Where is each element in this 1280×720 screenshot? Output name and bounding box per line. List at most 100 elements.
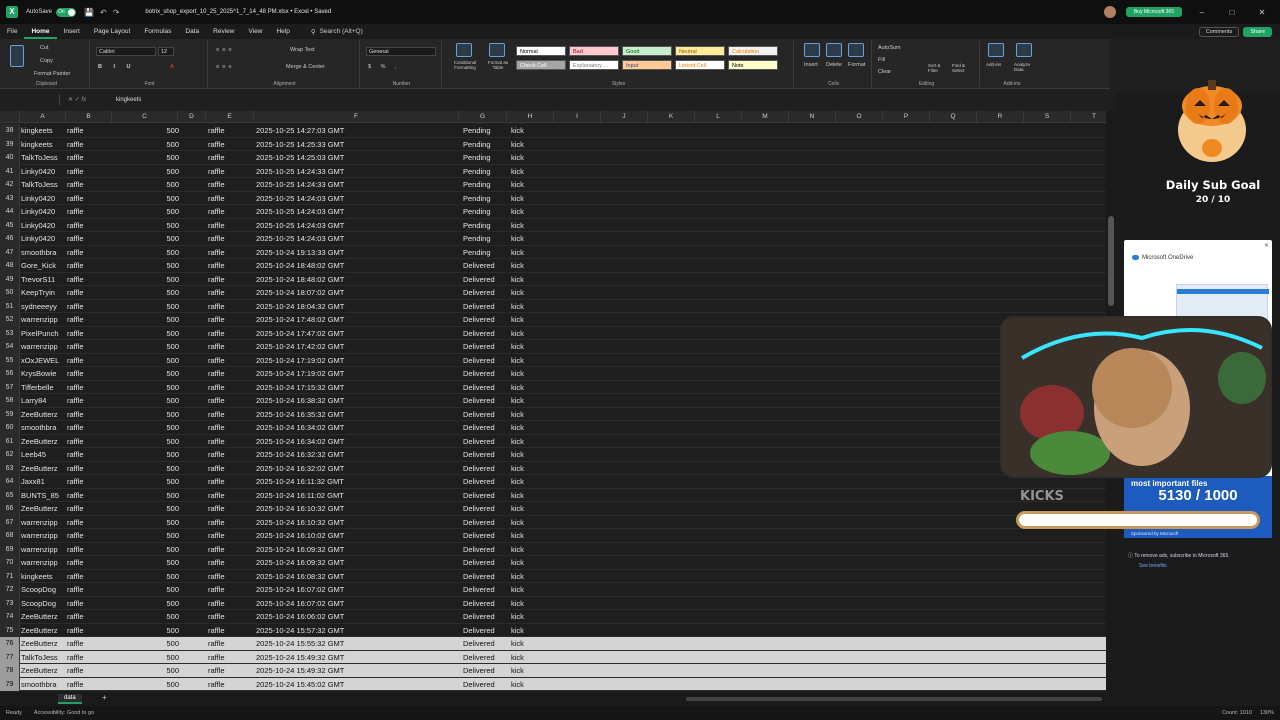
cell-username[interactable]: Jaxx81: [21, 475, 65, 489]
cell-status[interactable]: Delivered: [463, 529, 509, 543]
cell-cost[interactable]: 500: [113, 300, 179, 314]
cell-item[interactable]: raffle: [208, 259, 254, 273]
cell-cost[interactable]: 500: [113, 651, 179, 665]
cell-type[interactable]: raffle: [67, 570, 112, 584]
table-row[interactable]: 39 kingkeets raffle 500 raffle 2025-10-25 14:…: [0, 137, 1106, 151]
column-header-t[interactable]: T: [1071, 111, 1106, 123]
cell-status[interactable]: Delivered: [463, 556, 509, 570]
table-row[interactable]: 78 ZeeButterz raffle 500 raffle 2025-10-24 15…: [0, 664, 1106, 678]
column-header-i[interactable]: I: [554, 111, 601, 123]
close-button[interactable]: ✕: [1252, 8, 1272, 17]
cell-platform[interactable]: kick: [511, 664, 556, 678]
column-header-k[interactable]: K: [648, 111, 695, 123]
cell-type[interactable]: raffle: [67, 394, 112, 408]
cell-timestamp[interactable]: 2025-10-24 16:08:32 GMT: [256, 570, 461, 584]
cell-status[interactable]: Delivered: [463, 516, 509, 530]
cell-timestamp[interactable]: 2025-10-24 17:19:02 GMT: [256, 354, 461, 368]
table-row[interactable]: 68 warrenzipp raffle 500 raffle 2025-10-24 16…: [0, 529, 1106, 543]
cell-username[interactable]: ScoopDog: [21, 597, 65, 611]
table-row[interactable]: 49 TrevorS11 raffle 500 raffle 2025-10-24 18:…: [0, 272, 1106, 287]
column-header-f[interactable]: F: [254, 111, 459, 123]
cell-item[interactable]: raffle: [208, 354, 254, 368]
autosum-button[interactable]: AutoSum: [878, 45, 901, 51]
accessibility-status[interactable]: Accessibility: Good to go: [34, 710, 94, 716]
cell-status[interactable]: Delivered: [463, 502, 509, 516]
row-number[interactable]: 58: [0, 394, 20, 408]
tab-insert[interactable]: Insert: [57, 24, 87, 39]
table-row[interactable]: 65 BUNTS_85 raffle 500 raffle 2025-10-24 16:1…: [0, 488, 1106, 502]
tab-view[interactable]: View: [241, 24, 269, 39]
font-name-select[interactable]: Calibri: [96, 47, 156, 56]
align-buttons-row2[interactable]: ≡≡≡: [216, 64, 235, 70]
cell-username[interactable]: warrenzipp: [21, 340, 65, 354]
paste-icon[interactable]: [10, 45, 24, 67]
cell-item[interactable]: raffle: [208, 462, 254, 476]
avatar[interactable]: [1103, 6, 1116, 18]
cell-status[interactable]: Delivered: [463, 637, 509, 651]
column-header-q[interactable]: Q: [930, 111, 977, 123]
column-header-g[interactable]: G: [459, 111, 507, 123]
cell-platform[interactable]: kick: [511, 556, 556, 570]
name-box[interactable]: [0, 94, 60, 105]
fill-button[interactable]: Fill: [878, 57, 885, 63]
close-icon[interactable]: ✕: [1264, 242, 1269, 249]
column-header-n[interactable]: N: [789, 111, 836, 123]
cell-status[interactable]: Delivered: [463, 610, 509, 624]
cell-timestamp[interactable]: 2025-10-24 15:55:32 GMT: [256, 637, 461, 651]
format-button[interactable]: Format: [848, 62, 865, 68]
cell-username[interactable]: ZeeButterz: [21, 624, 65, 638]
cell-platform[interactable]: kick: [511, 232, 556, 246]
cell-item[interactable]: raffle: [208, 624, 254, 638]
clear-button[interactable]: Clear: [878, 69, 891, 75]
cell-timestamp[interactable]: 2025-10-25 14:24:33 GMT: [256, 165, 461, 179]
cell-username[interactable]: warrenzipp: [21, 516, 65, 530]
cell-timestamp[interactable]: 2025-10-24 16:38:32 GMT: [256, 394, 461, 408]
row-number[interactable]: 70: [0, 556, 20, 570]
cell-platform[interactable]: kick: [511, 570, 556, 584]
cell-timestamp[interactable]: 2025-10-24 17:15:32 GMT: [256, 381, 461, 395]
minimize-button[interactable]: –: [1192, 8, 1212, 17]
cell-timestamp[interactable]: 2025-10-24 16:35:32 GMT: [256, 408, 461, 422]
cell-platform[interactable]: kick: [511, 624, 556, 638]
cell-item[interactable]: raffle: [208, 340, 254, 354]
column-header-h[interactable]: H: [507, 111, 554, 123]
cell-cost[interactable]: 500: [113, 502, 179, 516]
cell-cost[interactable]: 500: [113, 205, 179, 219]
cell-style-calculation[interactable]: Calculation: [728, 46, 778, 56]
cell-status[interactable]: Delivered: [463, 678, 509, 692]
cell-username[interactable]: TalkToJess: [21, 151, 65, 165]
row-number[interactable]: 79: [0, 677, 20, 691]
conditional-formatting-icon[interactable]: [456, 43, 472, 57]
cell-type[interactable]: raffle: [67, 151, 112, 165]
row-number[interactable]: 65: [0, 488, 20, 502]
cell-item[interactable]: raffle: [208, 435, 254, 449]
cell-status[interactable]: Delivered: [463, 327, 509, 341]
cell-platform[interactable]: kick: [511, 300, 556, 314]
cell-type[interactable]: raffle: [67, 165, 112, 179]
cell-platform[interactable]: kick: [511, 435, 556, 449]
row-number[interactable]: 38: [0, 124, 20, 138]
cell-timestamp[interactable]: 2025-10-24 17:19:02 GMT: [256, 367, 461, 381]
cell-username[interactable]: ZeeButterz: [21, 610, 65, 624]
cell-platform[interactable]: kick: [511, 678, 556, 692]
cell-type[interactable]: raffle: [67, 475, 112, 489]
cell-timestamp[interactable]: 2025-10-24 16:11:32 GMT: [256, 475, 461, 489]
cell-timestamp[interactable]: 2025-10-24 16:10:02 GMT: [256, 529, 461, 543]
cell-timestamp[interactable]: 2025-10-24 16:34:02 GMT: [256, 435, 461, 449]
table-row[interactable]: 48 Gore_Kick raffle 500 raffle 2025-10-24 18:…: [0, 259, 1106, 273]
column-header-c[interactable]: C: [112, 111, 178, 123]
cell-username[interactable]: ZeeButterz: [21, 435, 65, 449]
cell-platform[interactable]: kick: [511, 381, 556, 395]
cell-item[interactable]: raffle: [208, 367, 254, 381]
analyze-data-icon[interactable]: [1016, 43, 1032, 57]
table-row[interactable]: 76 ZeeButterz raffle 500 raffle 2025-10-24 15…: [0, 637, 1106, 651]
row-number[interactable]: 50: [0, 286, 20, 300]
cell-cost[interactable]: 500: [113, 259, 179, 273]
cell-username[interactable]: Linky0420: [21, 205, 65, 219]
column-header-l[interactable]: L: [695, 111, 742, 123]
table-row[interactable]: 47 smoothbra raffle 500 raffle 2025-10-24 19:…: [0, 245, 1106, 259]
cell-type[interactable]: raffle: [67, 273, 112, 287]
cell-style-neutral[interactable]: Neutral: [675, 46, 725, 56]
cell-type[interactable]: raffle: [67, 556, 112, 570]
table-row[interactable]: 58 Larry84 raffle 500 raffle 2025-10-24 16:38…: [0, 394, 1106, 408]
